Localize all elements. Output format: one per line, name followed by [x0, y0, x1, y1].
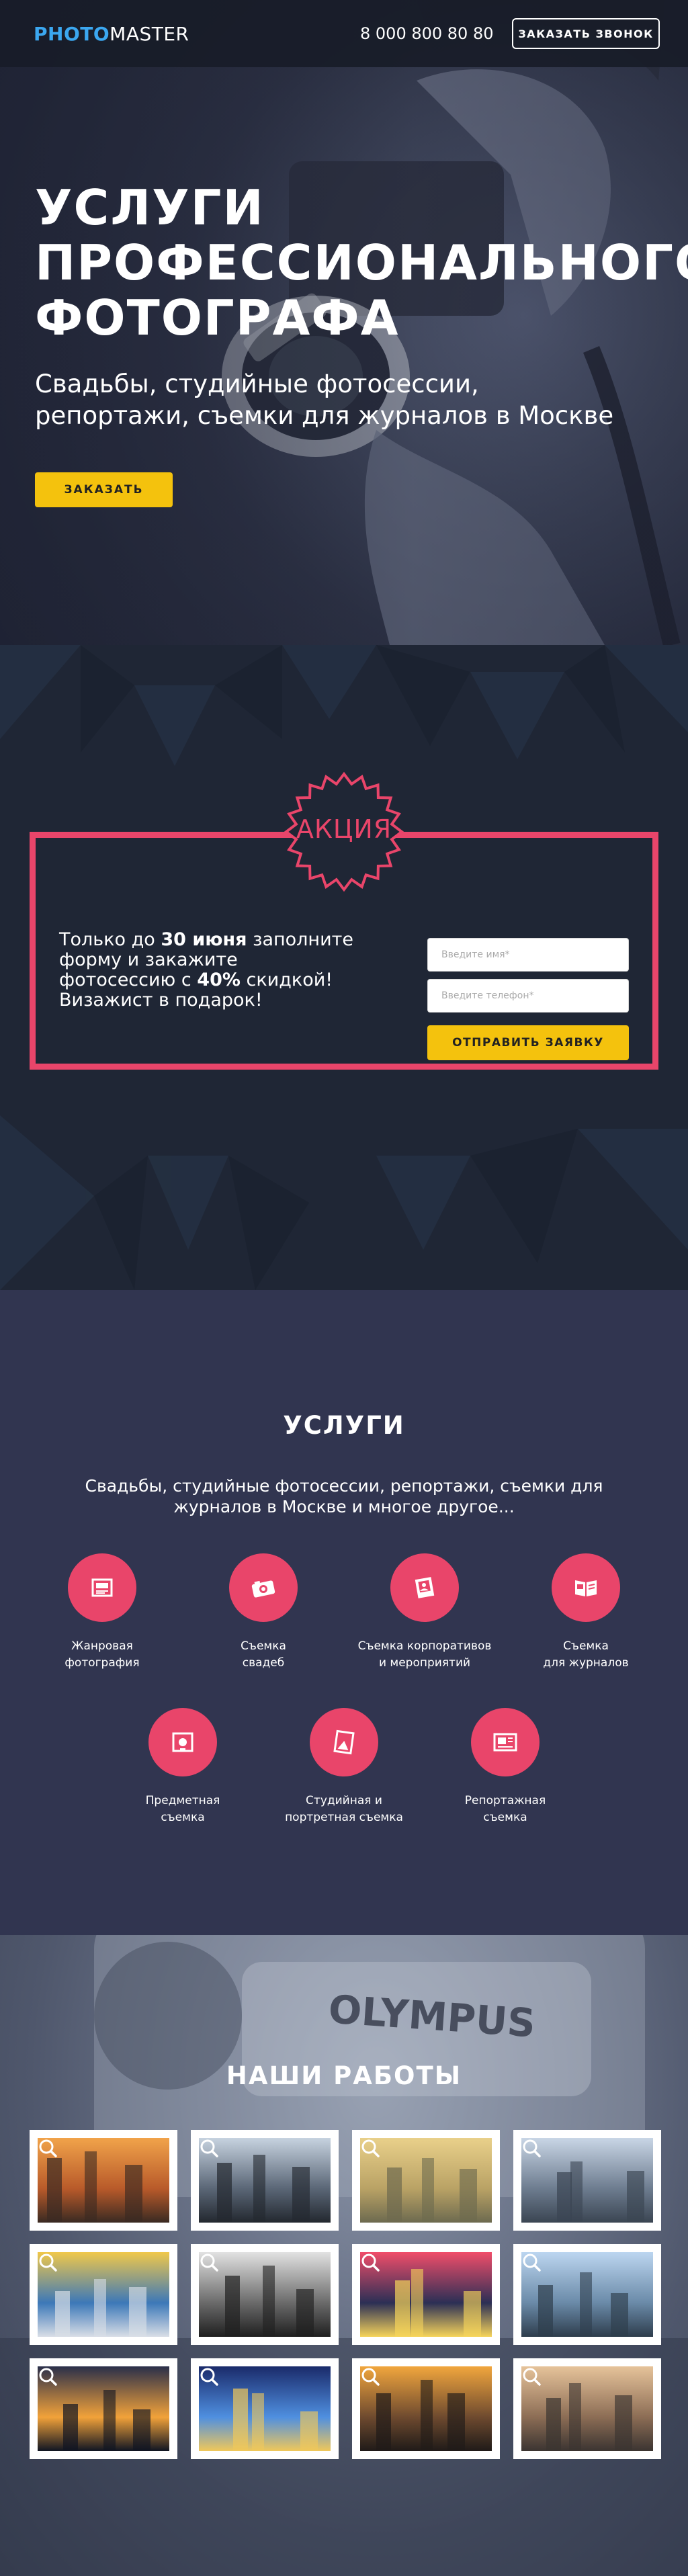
zoom-icon	[39, 2139, 57, 2157]
sunset-street-traffic-thumbnail	[360, 2366, 492, 2451]
works-title: НАШИ РАБОТЫ	[226, 2061, 462, 2090]
logo[interactable]: PHOTOMASTER	[34, 23, 189, 45]
hero-subtitle: Свадьбы, студийные фотосессии, репортажи…	[35, 370, 614, 430]
gallery-tile[interactable]	[191, 2358, 339, 2459]
service-item[interactable]: Репортажная съемка	[425, 1708, 586, 1826]
order-button[interactable]: ЗАКАЗАТЬ	[35, 472, 173, 507]
gallery-tile[interactable]	[30, 2358, 177, 2459]
promo-section: АКЦИЯ Только до 30 июня заполните форму …	[0, 645, 688, 1290]
city-haze-panorama-thumbnail	[360, 2138, 492, 2223]
service-item[interactable]: Предметная съемка	[102, 1708, 263, 1826]
gallery-tile[interactable]	[191, 2130, 339, 2231]
gallery-tile[interactable]	[513, 2358, 661, 2459]
promo-discount: 40%	[197, 970, 241, 990]
service-label: Репортажная съемка	[464, 1794, 546, 1824]
works-section: OLYMPUS НАШИ РАБОТЫ	[0, 1935, 688, 2576]
zoom-icon	[361, 2253, 380, 2272]
bridge-city-sunset-thumbnail	[521, 2366, 653, 2451]
services-subtitle: Свадьбы, студийные фотосессии, репортажи…	[85, 1476, 603, 1516]
zoom-icon	[39, 2253, 57, 2272]
service-item[interactable]: Съемка свадеб	[183, 1553, 344, 1672]
zoom-icon	[361, 2368, 380, 2386]
services-section: УСЛУГИ Свадьбы, студийные фотосессии, ре…	[0, 1290, 688, 1935]
service-label: Съемка для журналов	[543, 1639, 629, 1670]
service-label: Съемка свадеб	[241, 1639, 286, 1670]
waterfront-night-thumbnail	[38, 2366, 169, 2451]
zoom-icon	[200, 2253, 218, 2272]
hero-title-line: ФОТОГРАФА	[35, 290, 400, 346]
name-input[interactable]	[427, 938, 629, 972]
zoom-icon	[200, 2139, 218, 2157]
site-header: PHOTOMASTER 8 000 800 80 80 ЗАКАЗАТЬ ЗВО…	[0, 0, 688, 67]
service-label: Студийная и портретная съемка	[285, 1794, 403, 1824]
hero-title-line: ПРОФЕССИОНАЛЬНОГО	[35, 234, 688, 291]
hero-title-line: УСЛУГИ	[35, 179, 265, 236]
zoom-icon	[523, 2368, 541, 2386]
gallery-tile[interactable]	[352, 2130, 500, 2231]
promo-badge-label: АКЦИЯ	[296, 814, 392, 844]
service-item[interactable]: Съемка корпоративов и мероприятий	[344, 1553, 505, 1672]
image-icon	[68, 1553, 136, 1622]
frame-icon	[310, 1708, 378, 1776]
gallery-tile[interactable]	[513, 2244, 661, 2345]
submit-request-button[interactable]: ОТПРАВИТЬ ЗАЯВКУ	[427, 1025, 629, 1060]
city-skyline-highway-thumbnail	[521, 2138, 653, 2223]
portrait-icon	[390, 1553, 459, 1622]
gallery-tile[interactable]	[352, 2244, 500, 2345]
promo-text-part: Только до	[59, 929, 161, 950]
gallery-tile[interactable]	[30, 2130, 177, 2231]
zoom-icon	[200, 2368, 218, 2386]
zoom-icon	[39, 2368, 57, 2386]
promo-date: 30 июня	[161, 929, 247, 950]
gallery-tile[interactable]	[513, 2130, 661, 2231]
service-item[interactable]: Съемка для журналов	[505, 1553, 666, 1672]
service-label: Жанровая фотография	[64, 1639, 140, 1670]
logo-rest: MASTER	[110, 23, 189, 45]
zoom-icon	[523, 2253, 541, 2272]
city-rooftops-sunset-thumbnail	[38, 2138, 169, 2223]
product-icon	[148, 1708, 217, 1776]
gallery-tile[interactable]	[30, 2244, 177, 2345]
black-white-avenue-thumbnail	[199, 2252, 331, 2337]
newspaper-icon	[471, 1708, 540, 1776]
service-label: Съемка корпоративов и мероприятий	[357, 1639, 492, 1670]
hero-section: УСЛУГИ ПРОФЕССИОНАЛЬНОГО ФОТОГРАФА Свадь…	[0, 0, 688, 645]
promo-text: Только до 30 июня заполните форму и зака…	[59, 930, 355, 1011]
gallery-tile[interactable]	[191, 2244, 339, 2345]
phone-number[interactable]: 8 000 800 80 80	[360, 24, 493, 43]
skyline-with-lake-thumbnail	[521, 2252, 653, 2337]
logo-accent: PHOTO	[34, 23, 110, 45]
callback-button[interactable]: ЗАКАЗАТЬ ЗВОНОК	[512, 18, 660, 49]
times-square-night-thumbnail	[360, 2252, 492, 2337]
magazine-icon	[552, 1553, 620, 1622]
zoom-icon	[361, 2139, 380, 2157]
services-title: УСЛУГИ	[283, 1411, 405, 1440]
camera-icon	[229, 1553, 298, 1622]
high-speed-train-thumbnail	[38, 2252, 169, 2337]
skyscrapers-looking-up-thumbnail	[199, 2138, 331, 2223]
service-item[interactable]: Студийная и портретная съемка	[263, 1708, 425, 1826]
zoom-icon	[523, 2139, 541, 2157]
service-label: Предметная съемка	[145, 1794, 220, 1824]
phone-input[interactable]	[427, 979, 629, 1013]
gallery-tile[interactable]	[352, 2358, 500, 2459]
hero-title: УСЛУГИ ПРОФЕССИОНАЛЬНОГО ФОТОГРАФА	[35, 180, 688, 345]
service-item[interactable]: Жанровая фотография	[22, 1553, 183, 1672]
city-night-lights-thumbnail	[199, 2366, 331, 2451]
